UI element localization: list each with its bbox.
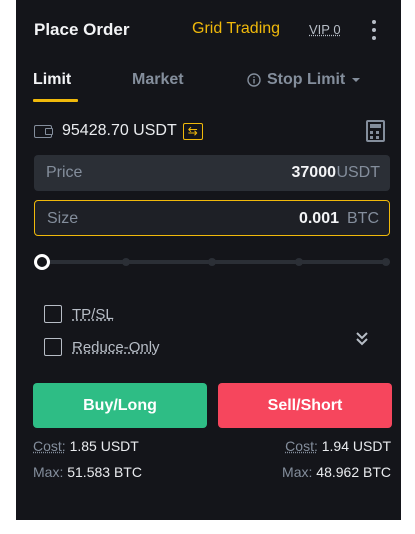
sell-max: Max: 48.962 BTC — [282, 464, 391, 480]
size-unit: BTC — [347, 210, 379, 227]
grid-trading-link[interactable]: Grid Trading — [192, 20, 280, 38]
available-balance: 95428.70 USDT ⇆ — [34, 118, 203, 144]
size-label: Size — [47, 210, 79, 227]
slider-stop-100[interactable] — [382, 258, 390, 266]
info-icon[interactable] — [247, 73, 261, 87]
size-field[interactable]: Size 0.001 BTC — [34, 200, 390, 236]
reduce-only-label: Reduce-Only — [72, 338, 160, 356]
buy-max-value: 51.583 BTC — [67, 464, 142, 480]
double-chevron-down-icon[interactable] — [355, 330, 369, 348]
buy-cost-label[interactable]: Cost: — [33, 438, 66, 454]
size-value[interactable]: 0.001 — [299, 210, 339, 228]
buy-max-label: Max: — [33, 464, 64, 480]
sell-max-label: Max: — [282, 464, 313, 480]
sell-max-value: 48.962 BTC — [316, 464, 391, 480]
calculator-icon[interactable] — [366, 120, 385, 142]
order-type-tabs: Limit Market Stop Limit — [16, 60, 401, 104]
slider-stop-50[interactable] — [208, 258, 216, 266]
tab-stop-limit[interactable]: Stop Limit — [247, 71, 361, 89]
vip-level-link[interactable]: VIP 0 — [309, 22, 341, 37]
buy-cost-value: 1.85 USDT — [69, 438, 139, 454]
tab-limit-label: Limit — [33, 71, 72, 88]
caret-down-icon — [352, 78, 361, 82]
tpsl-checkbox[interactable]: TP/SL — [44, 305, 114, 323]
sell-cost: Cost: 1.94 USDT — [285, 438, 391, 454]
slider-thumb[interactable] — [34, 254, 50, 270]
buy-cost: Cost: 1.85 USDT — [33, 438, 139, 454]
tab-limit[interactable]: Limit — [33, 71, 78, 102]
wallet-icon — [34, 124, 53, 138]
sell-cost-value: 1.94 USDT — [321, 438, 391, 454]
balance-value: 95428.70 USDT — [62, 122, 177, 139]
tab-stop-limit-label: Stop Limit — [267, 71, 346, 88]
sell-short-button[interactable]: Sell/Short — [218, 383, 392, 428]
size-percent-slider[interactable] — [34, 252, 390, 272]
slider-stop-75[interactable] — [295, 258, 303, 266]
buy-max: Max: 51.583 BTC — [33, 464, 142, 480]
buy-long-button[interactable]: Buy/Long — [33, 383, 207, 428]
sell-cost-label[interactable]: Cost: — [285, 438, 318, 454]
reduce-only-checkbox-box[interactable] — [44, 338, 62, 356]
price-value[interactable]: 37000 — [292, 164, 337, 182]
place-order-panel: Place Order Grid Trading VIP 0 Limit Mar… — [16, 0, 401, 520]
slider-stop-25[interactable] — [122, 258, 130, 266]
price-unit: USDT — [336, 164, 380, 181]
tpsl-checkbox-box[interactable] — [44, 305, 62, 323]
tab-market[interactable]: Market — [132, 71, 184, 89]
header: Place Order Grid Trading VIP 0 — [16, 0, 401, 60]
price-field[interactable]: Price 37000 USDT — [34, 155, 390, 191]
page-title: Place Order — [34, 20, 130, 39]
slider-track[interactable] — [42, 260, 390, 264]
price-label: Price — [46, 164, 83, 181]
reduce-only-checkbox[interactable]: Reduce-Only — [44, 338, 160, 356]
active-tab-indicator — [33, 99, 78, 102]
tpsl-label: TP/SL — [72, 305, 114, 323]
more-options-icon[interactable] — [367, 19, 381, 41]
tab-market-label: Market — [132, 71, 184, 88]
transfer-icon[interactable]: ⇆ — [182, 122, 203, 140]
